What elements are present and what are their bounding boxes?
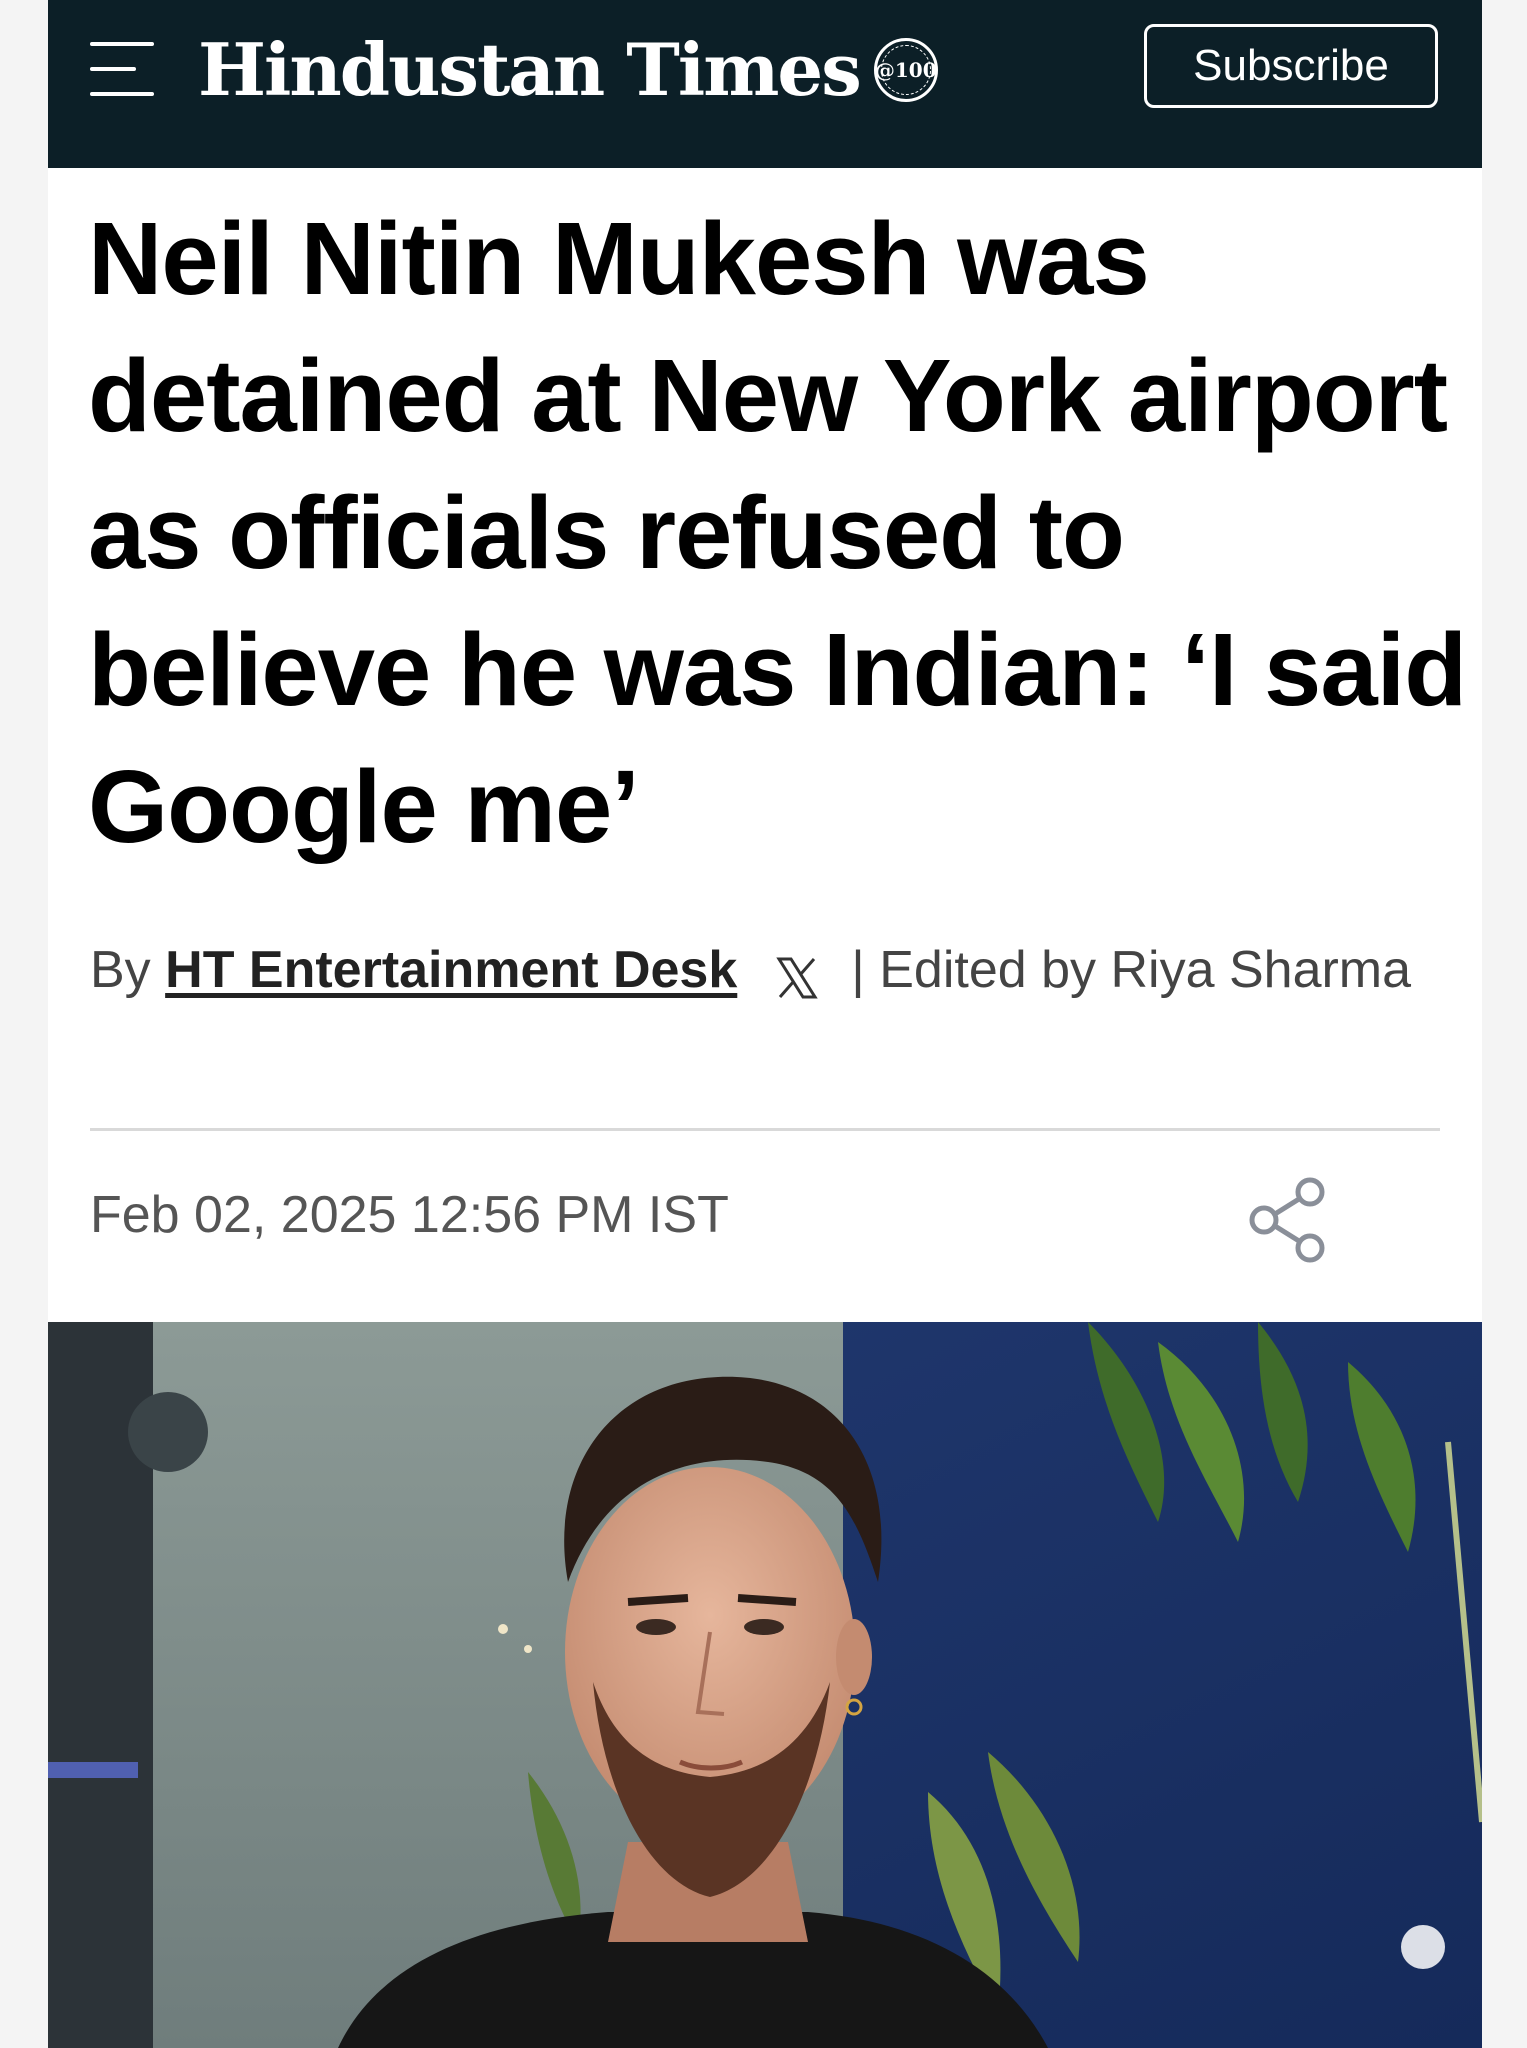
author-link[interactable]: HT Entertainment Desk	[165, 941, 737, 999]
byline: By HT Entertainment Desk | Edited by Riya…	[90, 930, 1430, 1010]
x-twitter-icon[interactable]	[773, 945, 821, 999]
seal-text: @100	[875, 45, 937, 95]
site-header: Hindustan Times @100 Subscribe	[48, 0, 1482, 168]
byline-prefix: By	[90, 941, 151, 999]
publish-timestamp: Feb 02, 2025 12:56 PM IST	[90, 1186, 729, 1244]
subscribe-button[interactable]: Subscribe	[1144, 24, 1438, 108]
article-page: Hindustan Times @100 Subscribe Neil Niti…	[48, 0, 1482, 2048]
article-headline: Neil Nitin Mukesh was detained at New Yo…	[88, 201, 1467, 864]
edited-by: | Edited by Riya Sharma	[851, 941, 1412, 999]
site-logo[interactable]: Hindustan Times @100	[198, 22, 938, 118]
hamburger-menu-icon[interactable]	[90, 42, 154, 96]
article-photo	[48, 1322, 1482, 2048]
centenary-seal-icon: @100	[873, 38, 938, 102]
divider	[90, 1128, 1440, 1131]
share-icon[interactable]	[1240, 1168, 1340, 1268]
brand-name: Hindustan Times	[198, 27, 862, 112]
